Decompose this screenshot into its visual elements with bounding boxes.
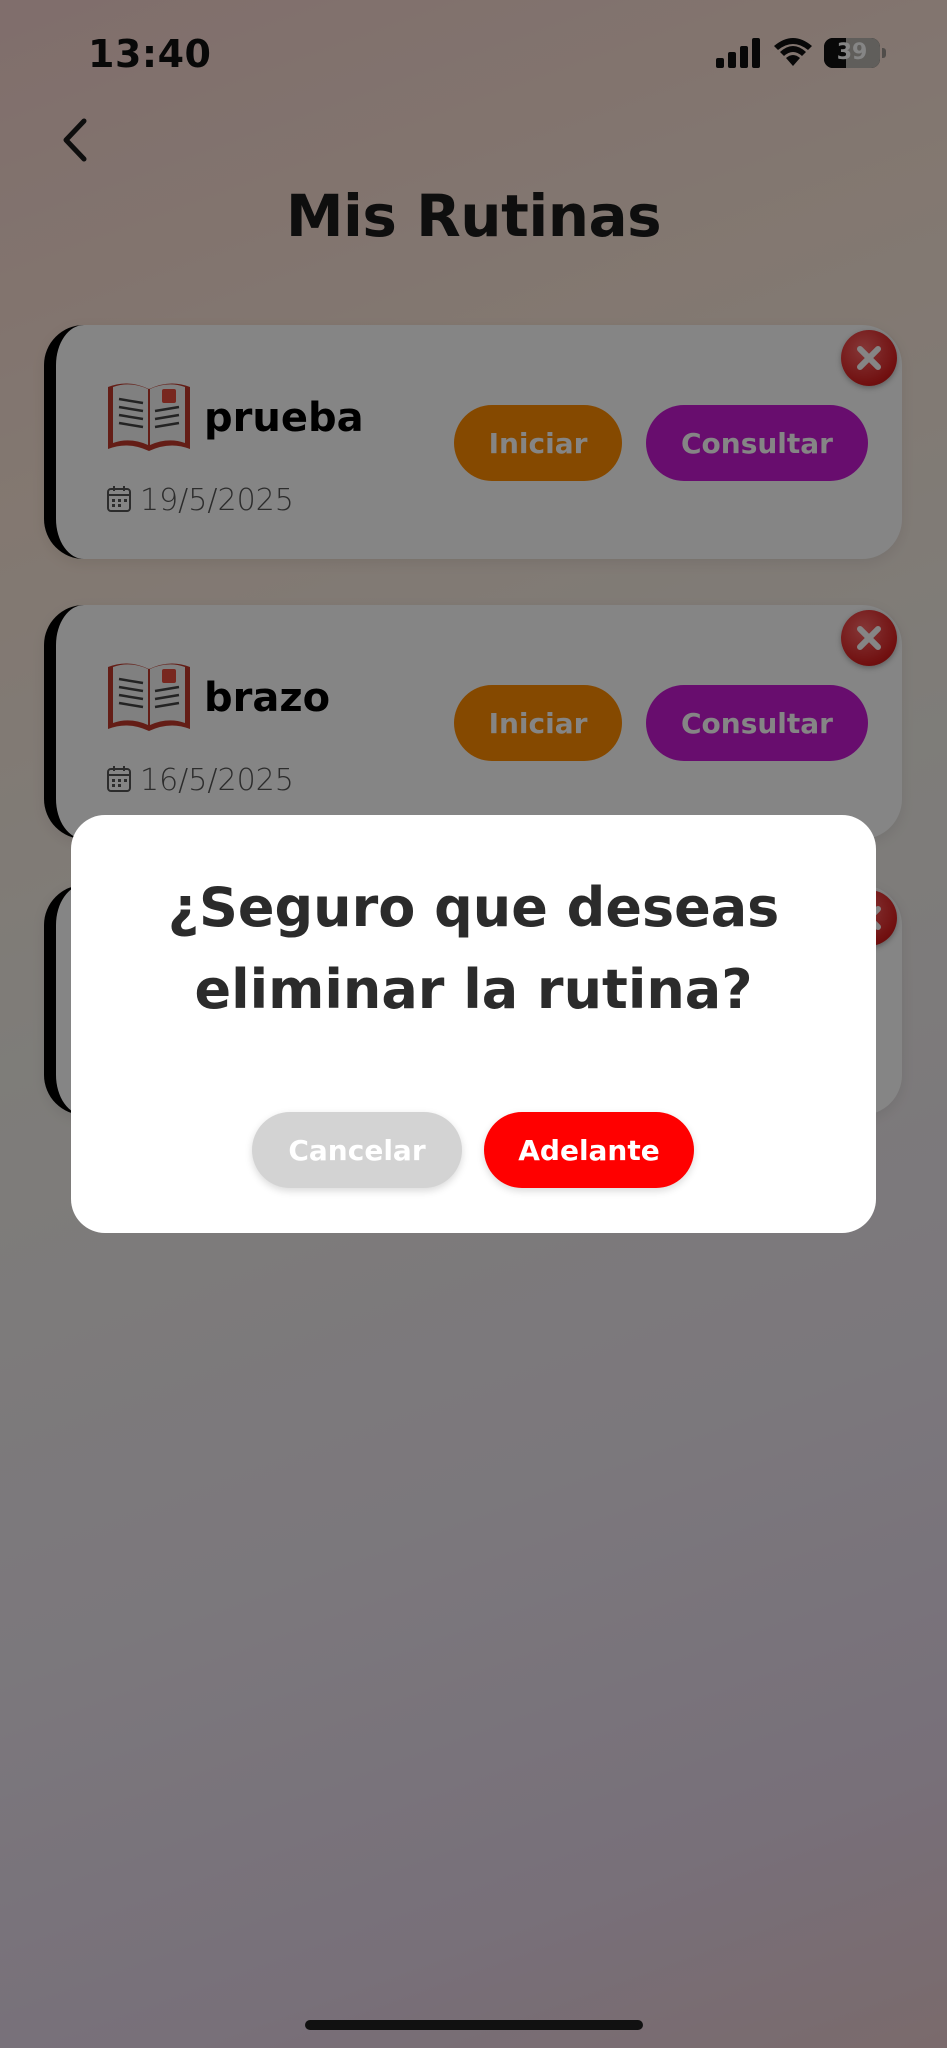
delete-confirm-dialog: ¿Seguro que deseas eliminar la rutina? C… bbox=[71, 815, 876, 1233]
my-routines-screen: 13:40 39 Mis Rutinas prueba 19/5/2025 In… bbox=[0, 0, 947, 2048]
dialog-title: ¿Seguro que deseas eliminar la rutina? bbox=[167, 876, 780, 1021]
home-indicator bbox=[305, 2020, 643, 2030]
confirm-delete-button[interactable]: Adelante bbox=[484, 1112, 694, 1188]
cancel-button[interactable]: Cancelar bbox=[252, 1112, 462, 1188]
